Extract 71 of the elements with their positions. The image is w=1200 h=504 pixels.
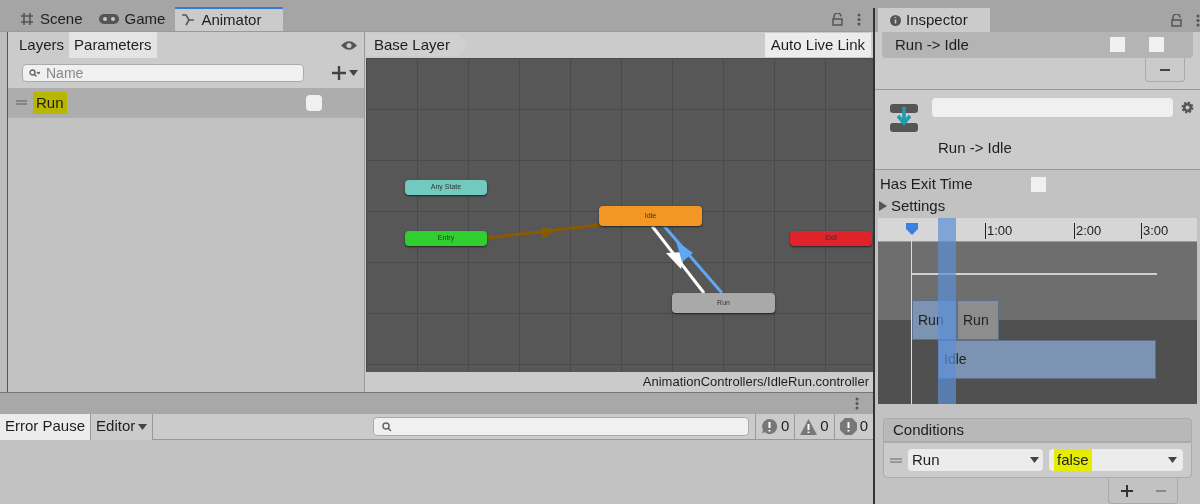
transition-title: Run -> Idle — [938, 138, 1013, 158]
warning-icon — [800, 418, 818, 435]
caret-icon — [1168, 457, 1177, 463]
caret-icon — [349, 70, 358, 76]
message-count-toggle[interactable]: 0 — [794, 413, 834, 440]
time-tick-label: 2:00 — [1074, 223, 1102, 239]
transition-icon — [890, 104, 918, 132]
info-bubble-icon — [760, 418, 778, 435]
panel-tab[interactable]: Layers — [14, 32, 70, 58]
settings-icon[interactable] — [1181, 101, 1194, 114]
transition-checkbox[interactable] — [1110, 37, 1125, 52]
transition-arrow[interactable] — [662, 225, 724, 294]
value-dropdown[interactable]: false — [1049, 449, 1183, 471]
minus-icon — [1155, 489, 1166, 492]
foldout-arrow-icon — [878, 201, 888, 211]
lock-icon[interactable] — [832, 13, 843, 26]
console-toolbar-button[interactable]: Error Pause — [0, 413, 92, 440]
lock-icon[interactable] — [1171, 13, 1182, 27]
time-tick-label: 1:00 — [985, 223, 1013, 239]
settings-foldout[interactable]: Settings — [875, 194, 1200, 218]
more-icon[interactable] — [855, 397, 859, 410]
window-tab[interactable]: Scene — [14, 7, 93, 31]
grid-icon — [20, 12, 34, 26]
console-toolbar-button[interactable]: Editor — [91, 413, 154, 440]
conditions-header: Conditions — [893, 419, 964, 440]
search-field[interactable]: Name — [22, 64, 304, 82]
remove-button[interactable] — [1145, 58, 1185, 82]
transition-checkbox[interactable] — [1149, 37, 1164, 52]
has-exit-time-checkbox[interactable] — [1031, 176, 1046, 192]
caret-icon — [1030, 457, 1039, 463]
minus-icon — [1160, 68, 1170, 71]
parameter-dropdown[interactable]: Run — [908, 449, 1043, 471]
transition-name: Run -> Idle — [895, 36, 969, 53]
add-condition-button[interactable] — [1120, 484, 1133, 497]
add-parameter-button[interactable] — [332, 66, 360, 80]
drag-handle-icon — [890, 457, 902, 463]
message-count-toggle[interactable]: 0 — [833, 413, 873, 440]
search-icon — [381, 421, 392, 432]
time-tick-label: 3:00 — [1141, 223, 1169, 239]
message-count-toggle[interactable]: 0 — [754, 413, 795, 440]
more-icon[interactable] — [857, 13, 861, 26]
breadcrumb[interactable]: Base Layer — [366, 33, 468, 57]
transition-list-row[interactable]: Run -> Idle — [882, 32, 1193, 58]
gamepad-icon — [98, 13, 119, 25]
remove-condition-button[interactable] — [1155, 489, 1166, 492]
condition-row[interactable]: Run false — [883, 442, 1192, 478]
info-icon — [890, 14, 901, 26]
window-tab[interactable]: Animator — [175, 7, 284, 31]
window-tab[interactable]: Game — [92, 7, 176, 31]
panel-tab[interactable]: Parameters — [69, 32, 157, 58]
parameter-row[interactable]: Run — [8, 88, 364, 118]
auto-live-link-button[interactable]: Auto Live Link — [764, 33, 871, 57]
plus-icon — [1120, 484, 1133, 497]
playhead-marker-icon[interactable] — [905, 222, 919, 236]
more-icon[interactable] — [1196, 13, 1200, 27]
drag-handle-icon — [16, 100, 27, 105]
error-icon — [839, 418, 857, 435]
caret-icon — [138, 423, 148, 430]
inspector-tab[interactable]: Inspector — [878, 8, 990, 32]
eye-icon[interactable] — [340, 39, 358, 51]
search-icon — [29, 69, 40, 78]
console-search-field[interactable] — [372, 417, 749, 436]
clip-bar[interactable]: Run — [957, 300, 999, 340]
parameter-name: Run — [33, 91, 67, 114]
plus-icon — [332, 66, 346, 80]
controller-path: AnimationControllers/IdleRun.controller — [642, 373, 869, 392]
parameter-checkbox[interactable] — [306, 94, 322, 111]
value-text: false — [1054, 448, 1092, 472]
name-field[interactable] — [932, 98, 1173, 117]
node-branch-icon — [181, 13, 196, 27]
field-label: Has Exit Time — [880, 173, 974, 194]
